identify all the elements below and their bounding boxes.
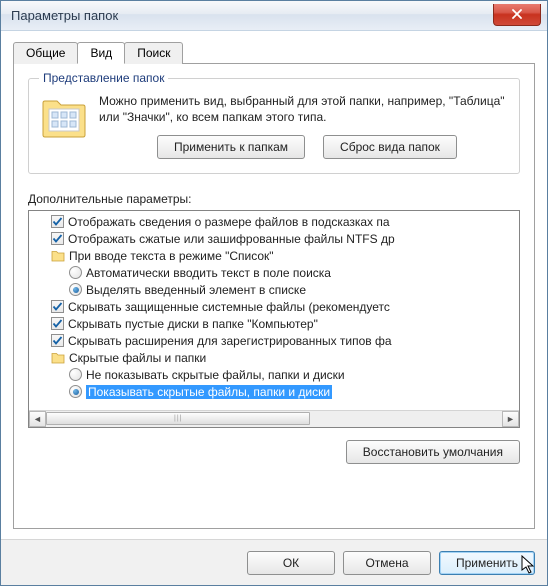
folder-view-legend: Представление папок	[39, 71, 168, 85]
tree-item-label: Отображать сжатые или зашифрованные файл…	[68, 232, 395, 246]
tree-row[interactable]: Выделять введенный элемент в списке	[29, 281, 519, 298]
folder-view-group: Представление папок Можно применить вид,…	[28, 78, 520, 174]
tree-row[interactable]: Скрывать защищенные системные файлы (рек…	[29, 298, 519, 315]
horizontal-scrollbar[interactable]: ◄ ||| ►	[29, 410, 519, 427]
window-title: Параметры папок	[11, 8, 118, 23]
folder-view-desc: Можно применить вид, выбранный для этой …	[99, 93, 507, 125]
checkbox[interactable]	[51, 232, 64, 245]
tab-general[interactable]: Общие	[13, 42, 78, 64]
tree-item-label: Скрывать пустые диски в папке "Компьютер…	[68, 317, 318, 331]
tree-row[interactable]: Не показывать скрытые файлы, папки и дис…	[29, 366, 519, 383]
tree-row[interactable]: Отображать сведения о размере файлов в п…	[29, 213, 519, 230]
checkbox[interactable]	[51, 334, 64, 347]
tree-row[interactable]: При вводе текста в режиме "Список"	[29, 247, 519, 264]
scroll-right-button[interactable]: ►	[502, 411, 519, 427]
tab-search[interactable]: Поиск	[124, 42, 183, 64]
checkbox[interactable]	[51, 300, 64, 313]
radio[interactable]	[69, 283, 82, 296]
tree-row[interactable]: Скрытые файлы и папки	[29, 349, 519, 366]
radio[interactable]	[69, 266, 82, 279]
close-icon	[511, 9, 523, 19]
tree-row[interactable]: Автоматически вводить текст в поле поиск…	[29, 264, 519, 281]
tree-item-label: Скрывать защищенные системные файлы (рек…	[68, 300, 390, 314]
tree-row[interactable]: Скрывать расширения для зарегистрированн…	[29, 332, 519, 349]
tree-item-label: При вводе текста в режиме "Список"	[69, 249, 274, 263]
tree-item-label: Выделять введенный элемент в списке	[86, 283, 306, 297]
tree-row[interactable]: Отображать сжатые или зашифрованные файл…	[29, 230, 519, 247]
reset-folders-button[interactable]: Сброс вида папок	[323, 135, 457, 159]
scroll-thumb[interactable]: |||	[46, 412, 310, 425]
radio[interactable]	[69, 368, 82, 381]
folder-icon	[51, 352, 65, 364]
dialog-footer: ОК Отмена Применить	[1, 539, 547, 585]
apply-button[interactable]: Применить	[439, 551, 535, 575]
ok-button[interactable]: ОК	[247, 551, 335, 575]
folder-options-dialog: Параметры папок Общие Вид Поиск Представ…	[0, 0, 548, 586]
close-button[interactable]	[493, 4, 541, 26]
tab-view[interactable]: Вид	[77, 42, 125, 64]
radio[interactable]	[69, 385, 82, 398]
apply-to-folders-button[interactable]: Применить к папкам	[157, 135, 305, 159]
tree-item-label: Показывать скрытые файлы, папки и диски	[86, 385, 332, 399]
content-area: Общие Вид Поиск Представление папок	[1, 31, 547, 539]
folder-icon	[51, 250, 65, 262]
cancel-button[interactable]: Отмена	[343, 551, 431, 575]
tree-item-label: Автоматически вводить текст в поле поиск…	[86, 266, 331, 280]
tabs: Общие Вид Поиск	[13, 41, 535, 63]
scroll-left-button[interactable]: ◄	[29, 411, 46, 427]
tree-item-label: Скрывать расширения для зарегистрированн…	[68, 334, 392, 348]
tree-row[interactable]: Показывать скрытые файлы, папки и диски	[29, 383, 519, 400]
folder-icon	[41, 97, 87, 139]
scroll-track[interactable]: |||	[46, 411, 502, 427]
checkbox[interactable]	[51, 317, 64, 330]
tree-row[interactable]: Скрывать пустые диски в папке "Компьютер…	[29, 315, 519, 332]
tree-item-label: Отображать сведения о размере файлов в п…	[68, 215, 390, 229]
tree-item-label: Не показывать скрытые файлы, папки и дис…	[86, 368, 345, 382]
advanced-tree[interactable]: Отображать сведения о размере файлов в п…	[28, 210, 520, 428]
restore-defaults-button[interactable]: Восстановить умолчания	[346, 440, 520, 464]
checkbox[interactable]	[51, 215, 64, 228]
titlebar[interactable]: Параметры папок	[1, 1, 547, 31]
tab-panel-view: Представление папок Можно применить вид,…	[13, 63, 535, 529]
tree-item-label: Скрытые файлы и папки	[69, 351, 206, 365]
advanced-label: Дополнительные параметры:	[28, 192, 520, 206]
